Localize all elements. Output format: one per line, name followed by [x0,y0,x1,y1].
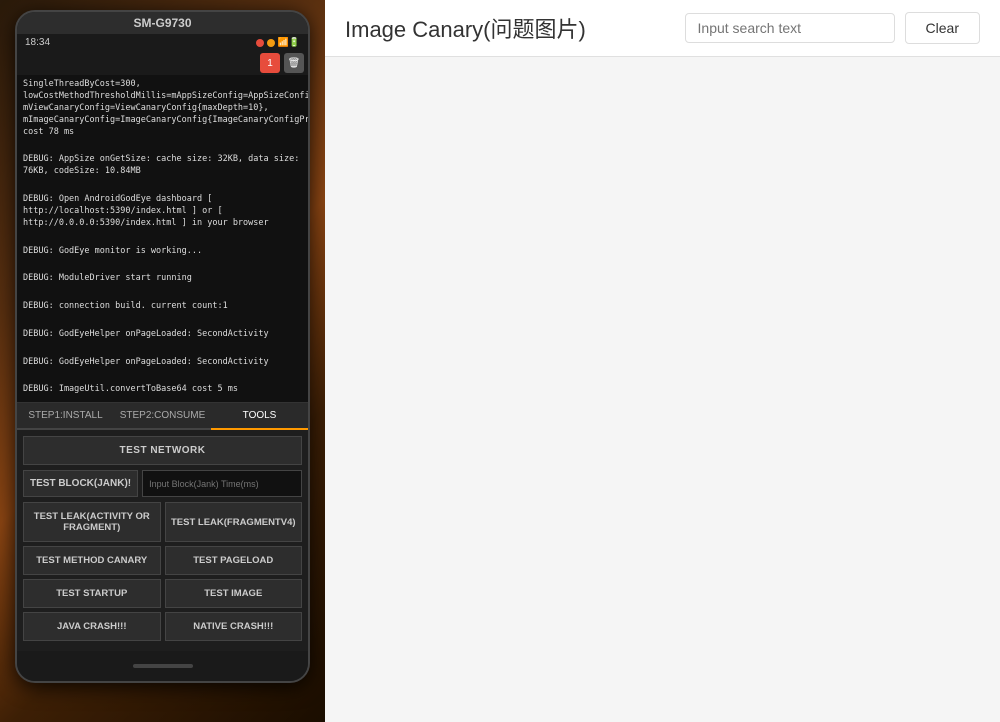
log-action-buttons: 1 🗑 [17,51,308,75]
log-line: DEBUG: ModuleDriver start running [23,273,302,285]
log-line: DEBUG: AppSize onGetSize: cache size: 32… [23,154,302,178]
home-bar [133,664,193,668]
tabs-row: STEP1:INSTALL STEP2:CONSUME TOOLS [17,403,308,430]
signal-icon: 📶🔋 [278,37,300,48]
status-bar: 18:34 📶🔋 [17,34,308,51]
log-line: DEBUG: GodEyeHelper onPageLoaded: Second… [23,329,302,341]
log-line: DEBUG: GodEye monitor is working... [23,246,302,258]
test-image-button[interactable]: TEST IMAGE [165,579,303,608]
page-title: Image Canary(问题图片) [345,12,586,44]
left-panel: SM-G9730 18:34 📶🔋 1 🗑 SingleThreadByCost… [0,0,325,722]
phone-device: SM-G9730 18:34 📶🔋 1 🗑 SingleThreadByCost… [15,10,310,683]
log-line [23,287,302,299]
test-network-button[interactable]: TEST NETWORK [23,436,302,465]
test-pageload-button[interactable]: TEST PAGELOAD [165,546,303,575]
dot-icon-red [256,39,264,47]
test-leak-fragmentv4-button[interactable]: TEST LEAK(FRAGMENTV4) [165,502,303,542]
log-line: DEBUG: GodEyeHelper onPageLoaded: Second… [23,357,302,369]
test-block-jank-button[interactable]: TEST BLOCK(JANK)! [23,470,138,497]
test-method-canary-button[interactable]: TEST METHOD CANARY [23,546,161,575]
native-crash-button[interactable]: NATIVE CRASH!!! [165,612,303,641]
log-line: SingleThreadByCost=300, lowCostMethodThr… [23,79,302,138]
right-panel: Image Canary(问题图片) Clear [325,0,1000,722]
button-grid-2: TEST METHOD CANARY TEST PAGELOAD [23,546,302,575]
test-startup-button[interactable]: TEST STARTUP [23,579,161,608]
log-line: DEBUG: Open AndroidGodEye dashboard [ ht… [23,194,302,230]
log-area: SingleThreadByCost=300, lowCostMethodThr… [17,75,308,403]
clear-button[interactable]: Clear [905,12,980,44]
button-grid-3: TEST STARTUP TEST IMAGE [23,579,302,608]
search-input[interactable] [698,20,879,36]
status-icons: 📶🔋 [256,37,300,48]
right-content [325,57,1000,722]
log-line [23,315,302,327]
tools-area: TEST NETWORK TEST BLOCK(JANK)! TEST LEAK… [17,430,308,651]
button-grid-1: TEST LEAK(ACTIVITY OR FRAGMENT) TEST LEA… [23,502,302,542]
search-box [685,13,895,43]
search-area: Clear [685,12,980,44]
log-line [23,232,302,244]
phone-bottom-bar [17,651,308,681]
button-grid-4: JAVA CRASH!!! NATIVE CRASH!!! [23,612,302,641]
log-delete-button[interactable]: 🗑 [284,53,304,73]
tab-consume[interactable]: STEP2:CONSUME [114,403,211,430]
log-line [23,259,302,271]
log-line [23,140,302,152]
phone-title: SM-G9730 [17,12,308,34]
dot-icon-yellow [267,39,275,47]
log-line [23,343,302,355]
java-crash-button[interactable]: JAVA CRASH!!! [23,612,161,641]
time-display: 18:34 [25,37,50,48]
log-line: DEBUG: connection build. current count:1 [23,301,302,313]
log-line [23,180,302,192]
log-count-button[interactable]: 1 [260,53,280,73]
right-header: Image Canary(问题图片) Clear [325,0,1000,57]
log-line: DEBUG: ImageUtil.convertToBase64 cost 5 … [23,384,302,396]
tab-install[interactable]: STEP1:INSTALL [17,403,114,430]
tab-tools[interactable]: TOOLS [211,403,308,430]
log-line [23,371,302,383]
jank-time-input[interactable] [142,470,302,497]
jank-row: TEST BLOCK(JANK)! [23,470,302,497]
test-leak-activity-button[interactable]: TEST LEAK(ACTIVITY OR FRAGMENT) [23,502,161,542]
